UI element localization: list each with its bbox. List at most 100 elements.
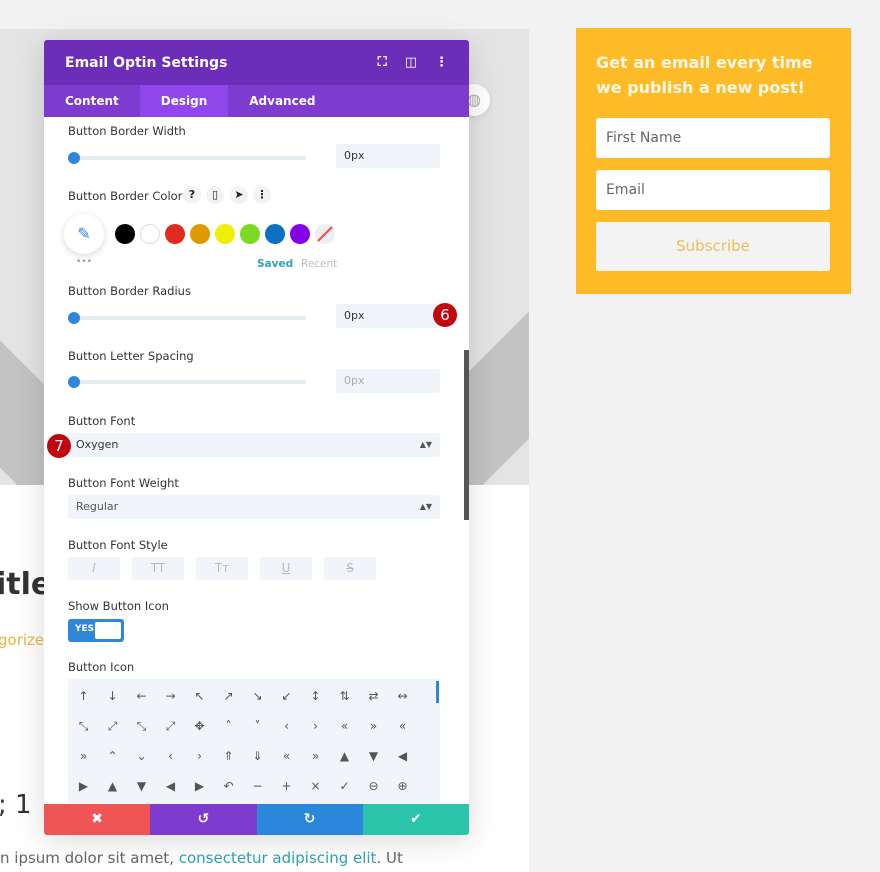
icon-picker-scrollbar[interactable]	[436, 681, 439, 703]
border-radius-slider[interactable]	[68, 312, 306, 324]
icon-option[interactable]: ⌄	[127, 741, 156, 771]
icon-option[interactable]: ↕	[301, 681, 330, 711]
more-colors-icon[interactable]: •••	[76, 257, 92, 267]
subscribe-button[interactable]: Subscribe	[596, 222, 830, 271]
recent-colors-tab[interactable]: Recent	[301, 258, 337, 270]
icon-option[interactable]: ⤢	[156, 711, 185, 741]
font-weight-select[interactable]: Regular ▲▼	[68, 495, 440, 519]
color-swatch-green[interactable]	[240, 224, 260, 244]
icon-option[interactable]: »	[301, 741, 330, 771]
email-input[interactable]: Email	[596, 170, 830, 210]
icon-option[interactable]: ‹	[156, 741, 185, 771]
saved-colors-tab[interactable]: Saved	[257, 258, 293, 270]
icon-option[interactable]: →	[156, 681, 185, 711]
slider-handle[interactable]	[68, 152, 80, 164]
split-view-icon[interactable]: ◫	[405, 55, 417, 70]
icon-option[interactable]: ←	[127, 681, 156, 711]
icon-option[interactable]: ×	[301, 771, 330, 801]
icon-option[interactable]: ▲	[330, 741, 359, 771]
show-icon-toggle[interactable]: YES	[68, 619, 124, 642]
help-icon[interactable]: ?	[183, 186, 201, 204]
icon-option[interactable]: ⇑	[214, 741, 243, 771]
icon-option[interactable]: ↑	[69, 681, 98, 711]
icon-option[interactable]: ›	[185, 741, 214, 771]
slider-handle[interactable]	[68, 312, 80, 324]
slider-handle[interactable]	[68, 376, 80, 388]
icon-option[interactable]: ˄	[214, 711, 243, 741]
undo-button[interactable]: ↺	[150, 804, 257, 835]
uppercase-button[interactable]: TT	[132, 557, 184, 580]
panel-body: Button Border Width 0px Button Border Co…	[44, 117, 469, 804]
icon-option[interactable]: ⇓	[243, 741, 272, 771]
icon-option[interactable]: ▼	[127, 771, 156, 801]
icon-option[interactable]: ↘	[243, 681, 272, 711]
more-options-icon[interactable]: ⋮	[435, 55, 448, 70]
font-select[interactable]: Oxygen ▲▼	[68, 433, 440, 457]
icon-option[interactable]: ↶	[214, 771, 243, 801]
icon-option[interactable]: ◀	[156, 771, 185, 801]
icon-option[interactable]: ✓	[330, 771, 359, 801]
strikethrough-button[interactable]: S	[324, 557, 376, 580]
icon-option[interactable]: ‹	[272, 711, 301, 741]
tab-content[interactable]: Content	[44, 85, 140, 117]
letter-spacing-slider[interactable]	[68, 376, 306, 388]
icon-option[interactable]: ◀	[388, 741, 417, 771]
color-swatch-blue[interactable]	[265, 224, 285, 244]
icon-option[interactable]: ▲	[98, 771, 127, 801]
icon-option[interactable]: ⤢	[98, 711, 127, 741]
redo-button[interactable]: ↻	[256, 804, 363, 835]
icon-option[interactable]: »	[359, 711, 388, 741]
border-width-input[interactable]: 0px	[336, 144, 440, 168]
icon-option[interactable]: ⌃	[98, 741, 127, 771]
color-swatch-black[interactable]	[115, 224, 135, 244]
icon-option[interactable]: »	[69, 741, 98, 771]
icon-option[interactable]: ↓	[98, 681, 127, 711]
mobile-icon[interactable]: ▯	[206, 186, 224, 204]
more-icon[interactable]: ⋮	[253, 186, 271, 204]
icon-option[interactable]: ›	[301, 711, 330, 741]
icon-option[interactable]: ˅	[243, 711, 272, 741]
icon-option[interactable]: ↙	[272, 681, 301, 711]
cancel-button[interactable]: ✖	[44, 804, 151, 835]
icon-option[interactable]: ▶	[185, 771, 214, 801]
icon-option[interactable]: −	[243, 771, 272, 801]
icon-option[interactable]: ⊕	[388, 771, 417, 801]
settings-panel: Email Optin Settings ⛶ ◫ ⋮ Content Desig…	[44, 40, 469, 835]
icon-option[interactable]: ▼	[359, 741, 388, 771]
italic-button[interactable]: I	[68, 557, 120, 580]
color-swatch-purple[interactable]	[290, 224, 310, 244]
icon-option[interactable]: ↔	[388, 681, 417, 711]
icon-option[interactable]: ⇄	[359, 681, 388, 711]
icon-option[interactable]: «	[330, 711, 359, 741]
icon-option[interactable]: «	[388, 711, 417, 741]
color-swatch-white[interactable]	[140, 224, 160, 244]
border-radius-input[interactable]: 0px	[336, 304, 440, 328]
icon-option[interactable]: ⇅	[330, 681, 359, 711]
icon-option[interactable]: ✥	[185, 711, 214, 741]
border-width-slider[interactable]	[68, 152, 306, 164]
icon-option[interactable]: ▶	[69, 771, 98, 801]
tab-advanced[interactable]: Advanced	[228, 85, 336, 117]
text-link[interactable]: consectetur adipiscing elit	[179, 849, 377, 867]
first-name-input[interactable]: First Name	[596, 118, 830, 158]
icon-option[interactable]: «	[272, 741, 301, 771]
color-swatch-yellow[interactable]	[215, 224, 235, 244]
icon-option[interactable]: +	[272, 771, 301, 801]
no-color-swatch[interactable]	[315, 224, 335, 244]
icon-option[interactable]: ⊖	[359, 771, 388, 801]
color-swatch-orange[interactable]	[190, 224, 210, 244]
capitalize-button[interactable]: Tт	[196, 557, 248, 580]
eyedropper-icon[interactable]: ✎	[64, 214, 104, 254]
icon-option[interactable]: ⤡	[127, 711, 156, 741]
icon-option[interactable]: ⤡	[69, 711, 98, 741]
tab-design[interactable]: Design	[139, 85, 229, 117]
icon-option[interactable]: ↖	[185, 681, 214, 711]
hover-cursor-icon[interactable]: ➤	[230, 186, 248, 204]
underline-button[interactable]: U	[260, 557, 312, 580]
fullscreen-icon[interactable]: ⛶	[378, 55, 387, 70]
save-button[interactable]: ✔	[362, 804, 469, 835]
icon-option[interactable]: ↗	[214, 681, 243, 711]
color-swatch-red[interactable]	[165, 224, 185, 244]
letter-spacing-input[interactable]: 0px	[336, 369, 440, 393]
panel-scrollbar[interactable]	[464, 350, 469, 520]
